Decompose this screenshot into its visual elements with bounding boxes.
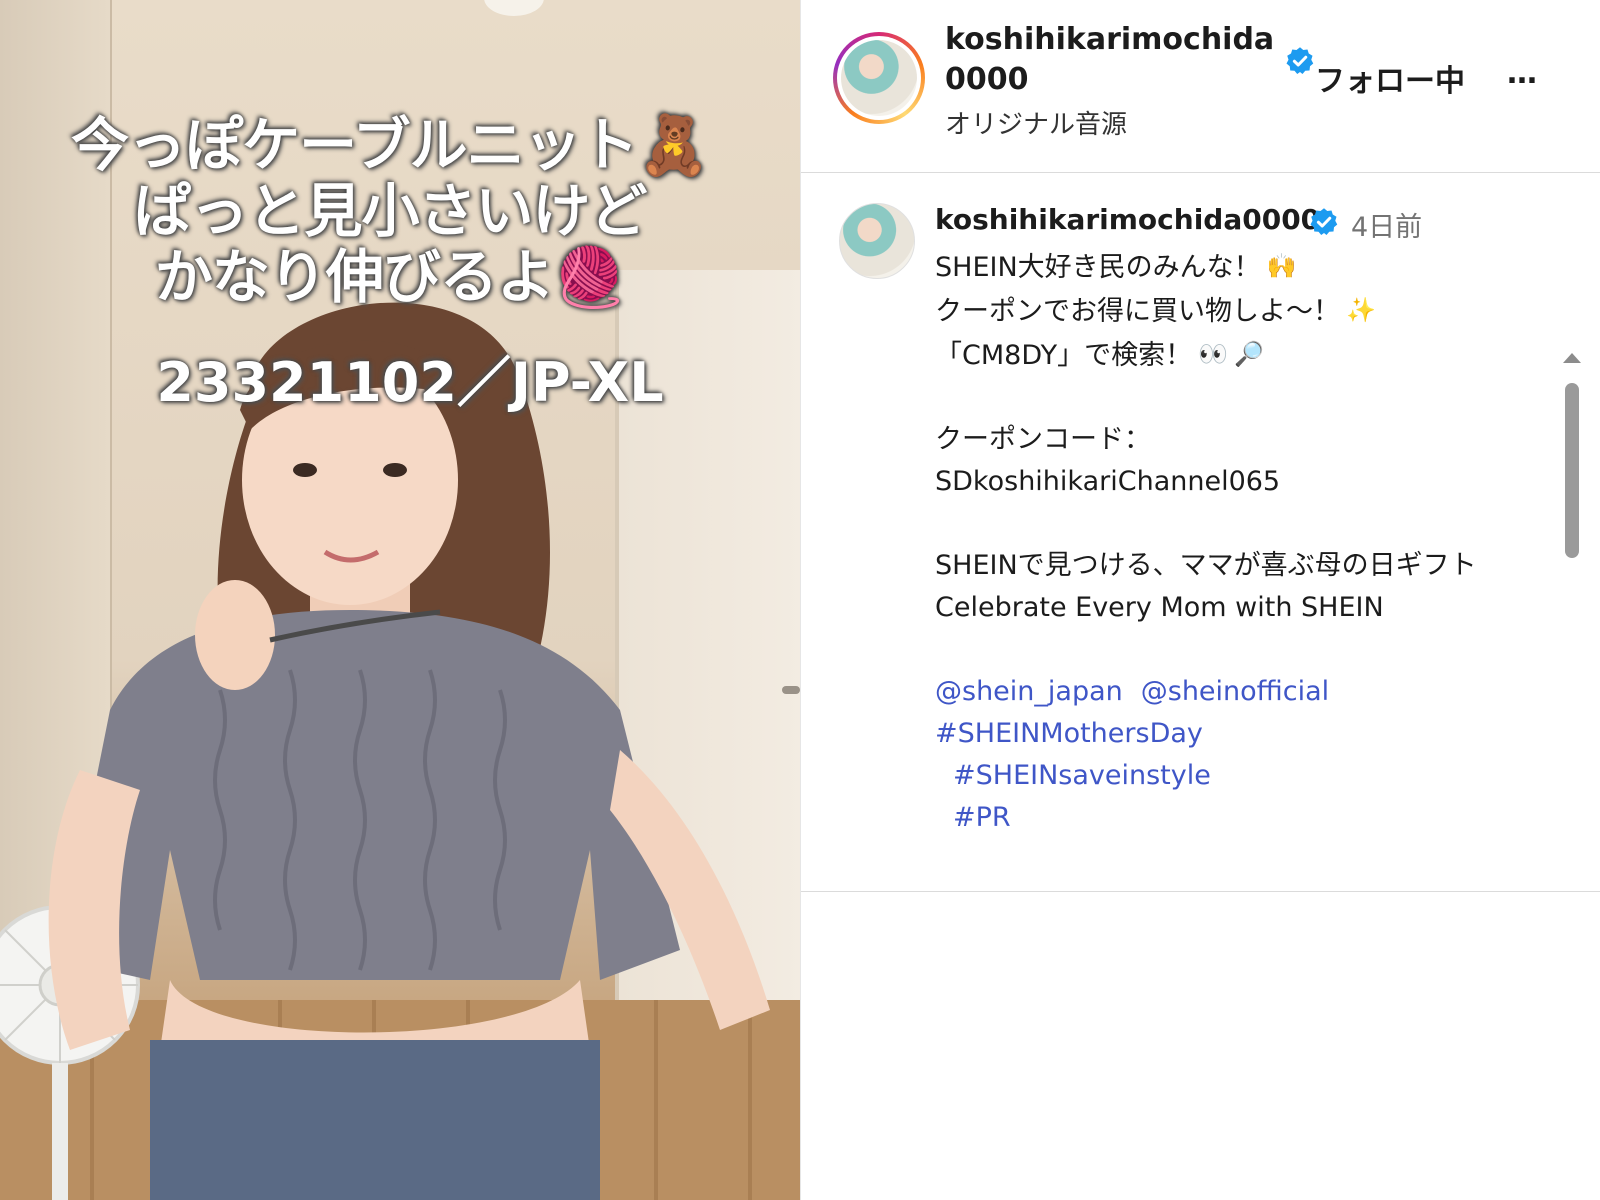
avatar-story-ring[interactable]: [833, 32, 925, 124]
ceiling-light: [484, 0, 544, 16]
sparkles-icon: ✨: [1346, 296, 1376, 324]
video-caption-overlay: 今っぽケーブルニット🧸 ぱっと見小さいけど かなり伸びるよ🧶: [40, 112, 740, 310]
caption-line: クーポンでお得に買い物しよ〜！ ✨: [935, 289, 1535, 333]
scroll-up-arrow-icon[interactable]: [1563, 353, 1581, 363]
comments-scrollbar[interactable]: [1559, 353, 1585, 891]
eyes-icon: 👀: [1198, 340, 1229, 368]
comment-avatar[interactable]: [839, 203, 915, 279]
magnifier-icon: 🔎: [1234, 340, 1264, 368]
scrollbar-thumb[interactable]: [1565, 383, 1579, 558]
post-header: koshihikarimochida0000 フォロー中 … オリジナル音源: [801, 0, 1600, 173]
raising-hands-icon: 🙌: [1266, 252, 1297, 280]
video-player[interactable]: 今っぽケーブルニット🧸 ぱっと見小さいけど かなり伸びるよ🧶 23321102／…: [0, 0, 800, 1200]
header-username[interactable]: koshihikarimochida0000: [945, 20, 1275, 100]
hashtag-link[interactable]: #SHEINMothersDay: [935, 713, 1535, 755]
caption-line-1: 今っぽケーブルニット🧸: [71, 111, 710, 179]
verified-badge-icon: [1309, 207, 1339, 237]
caption-line: 「CM8DY」で検索！ 👀 🔎: [935, 333, 1535, 377]
hashtag-link[interactable]: #PR: [953, 797, 1535, 839]
following-button[interactable]: フォロー中: [1315, 56, 1465, 100]
caption-line: SHEIN大好き民のみんな！ 🙌: [935, 245, 1535, 289]
comment-timestamp: 4日前: [1351, 212, 1423, 243]
person-figure: [0, 290, 800, 1200]
coupon-code: SDkoshihikariChannel065: [935, 466, 1281, 497]
hashtag-link[interactable]: #SHEINsaveinstyle: [953, 755, 1535, 797]
caption-line: クーポンコード：: [935, 424, 1151, 455]
product-code-overlay: 23321102／JP-XL: [156, 351, 664, 414]
post-caption: SHEIN大好き民のみんな！ 🙌 クーポンでお得に買い物しよ〜！ ✨ 「CM8DY」…: [935, 245, 1535, 839]
caption-line-2: ぱっと見小さいけど: [133, 177, 647, 245]
comments-section[interactable]: koshihikarimochida0000 4日前 SHEIN大好き民のみんな…: [801, 173, 1600, 892]
mention-link[interactable]: @shein_japan: [935, 676, 1123, 707]
post-panel: koshihikarimochida0000 フォロー中 … オリジナル音源 k…: [800, 0, 1600, 1200]
audio-label[interactable]: オリジナル音源: [945, 104, 1127, 141]
mentions-line: @shein_japan @sheinofficial: [935, 671, 1535, 713]
caption-line: SHEINで見つける、ママが喜ぶ母の日ギフト: [935, 550, 1477, 581]
verified-badge-icon: [1285, 46, 1315, 76]
comment-username[interactable]: koshihikarimochida0000: [935, 203, 1320, 236]
caption-line: Celebrate Every Mom with SHEIN: [935, 592, 1384, 623]
avatar: [841, 40, 917, 116]
mention-link[interactable]: @sheinofficial: [1141, 676, 1329, 707]
more-options-icon[interactable]: …: [1507, 56, 1539, 91]
caption-line-3: かなり伸びるよ🧶: [154, 243, 626, 311]
